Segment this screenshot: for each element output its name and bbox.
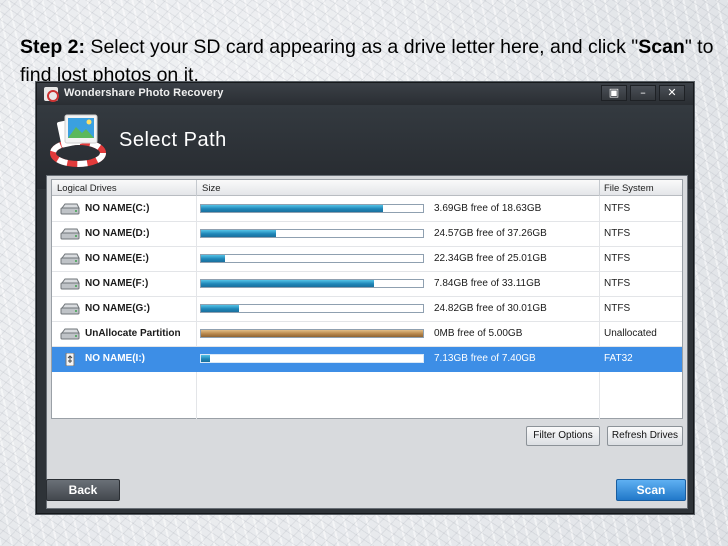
window-title: Wondershare Photo Recovery bbox=[64, 87, 224, 99]
drive-file-system: Unallocated bbox=[604, 328, 657, 339]
column-header-logical-drives[interactable]: Logical Drives bbox=[57, 183, 117, 194]
drive-size-text: 7.84GB free of 33.11GB bbox=[434, 278, 541, 289]
drive-name: NO NAME(E:) bbox=[85, 253, 149, 264]
usage-bar-fill bbox=[201, 330, 423, 337]
hard-drive-icon bbox=[60, 253, 80, 265]
title-bar[interactable]: Wondershare Photo Recovery ▣ – ✕ bbox=[37, 83, 693, 105]
drive-row[interactable]: NO NAME(F:) 7.84GB free of 33.11GB NTFS bbox=[52, 272, 682, 297]
usage-bar bbox=[200, 204, 424, 213]
drive-row[interactable]: UnAllocate Partition 0MB free of 5.00GB Un… bbox=[52, 322, 682, 347]
scan-word: Scan bbox=[638, 36, 685, 58]
usb-drive-icon bbox=[65, 353, 75, 366]
drive-file-system: FAT32 bbox=[604, 353, 633, 364]
usage-bar bbox=[200, 329, 424, 338]
drive-name: NO NAME(C:) bbox=[85, 203, 150, 214]
hard-drive-icon bbox=[60, 278, 80, 290]
drive-file-system: NTFS bbox=[604, 278, 631, 289]
app-window: Wondershare Photo Recovery ▣ – ✕ Select … bbox=[36, 82, 694, 514]
usage-bar bbox=[200, 354, 424, 363]
drives-table: Logical Drives Size File System NO NAME(… bbox=[51, 179, 683, 419]
caption-text-1: Select your SD card appearing as a drive… bbox=[85, 36, 639, 58]
window-controls: ▣ – ✕ bbox=[601, 85, 685, 101]
back-button[interactable]: Back bbox=[46, 479, 120, 501]
usage-bar-fill bbox=[201, 255, 226, 262]
hard-drive-icon bbox=[60, 328, 80, 340]
drive-name: NO NAME(G:) bbox=[85, 303, 150, 314]
drive-file-system: NTFS bbox=[604, 228, 631, 239]
hard-drive-icon bbox=[60, 203, 80, 215]
drive-name: NO NAME(I:) bbox=[85, 353, 145, 364]
refresh-drives-button[interactable]: Refresh Drives bbox=[607, 426, 683, 446]
drive-size-text: 7.13GB free of 7.40GB bbox=[434, 353, 536, 364]
usage-bar bbox=[200, 304, 424, 313]
drive-name: NO NAME(F:) bbox=[85, 278, 149, 289]
drive-size-text: 24.57GB free of 37.26GB bbox=[434, 228, 547, 239]
drive-name: UnAllocate Partition bbox=[85, 328, 181, 339]
photo-recovery-logo-icon bbox=[50, 114, 106, 167]
drive-row[interactable]: NO NAME(C:) 3.69GB free of 18.63GB NTFS bbox=[52, 197, 682, 222]
drive-file-system: NTFS bbox=[604, 303, 631, 314]
instruction-caption: Step 2: Select your SD card appearing as… bbox=[20, 33, 725, 89]
column-header-size[interactable]: Size bbox=[202, 183, 220, 194]
step-label: Step 2: bbox=[20, 36, 86, 58]
usage-bar-fill bbox=[201, 305, 239, 312]
filter-options-button[interactable]: Filter Options bbox=[526, 426, 600, 446]
drive-size-text: 3.69GB free of 18.63GB bbox=[434, 203, 542, 214]
drive-size-text: 0MB free of 5.00GB bbox=[434, 328, 523, 339]
usage-bar-fill bbox=[201, 230, 277, 237]
app-icon bbox=[44, 87, 59, 102]
content-panel: Logical Drives Size File System NO NAME(… bbox=[46, 175, 688, 509]
hard-drive-icon bbox=[60, 303, 80, 315]
column-header-file-system[interactable]: File System bbox=[604, 183, 654, 194]
hard-drive-icon bbox=[60, 228, 80, 240]
page-title: Select Path bbox=[119, 129, 227, 151]
drive-row[interactable]: NO NAME(I:) 7.13GB free of 7.40GB FAT32 bbox=[52, 347, 682, 372]
minimize-button[interactable]: – bbox=[630, 85, 656, 101]
drive-name: NO NAME(D:) bbox=[85, 228, 150, 239]
usage-bar bbox=[200, 229, 424, 238]
drive-row[interactable]: NO NAME(E:) 22.34GB free of 25.01GB NTFS bbox=[52, 247, 682, 272]
restore-button[interactable]: ▣ bbox=[601, 85, 627, 101]
usage-bar-fill bbox=[201, 355, 210, 362]
table-header: Logical Drives Size File System bbox=[52, 180, 682, 196]
usage-bar-fill bbox=[201, 205, 384, 212]
usage-bar bbox=[200, 279, 424, 288]
scan-button[interactable]: Scan bbox=[616, 479, 686, 501]
drive-row[interactable]: NO NAME(D:) 24.57GB free of 37.26GB NTFS bbox=[52, 222, 682, 247]
close-button[interactable]: ✕ bbox=[659, 85, 685, 101]
drive-file-system: NTFS bbox=[604, 203, 631, 214]
drive-size-text: 24.82GB free of 30.01GB bbox=[434, 303, 547, 314]
drive-size-text: 22.34GB free of 25.01GB bbox=[434, 253, 547, 264]
drive-row[interactable]: NO NAME(G:) 24.82GB free of 30.01GB NTFS bbox=[52, 297, 682, 322]
drive-file-system: NTFS bbox=[604, 253, 631, 264]
usage-bar-fill bbox=[201, 280, 375, 287]
usage-bar bbox=[200, 254, 424, 263]
